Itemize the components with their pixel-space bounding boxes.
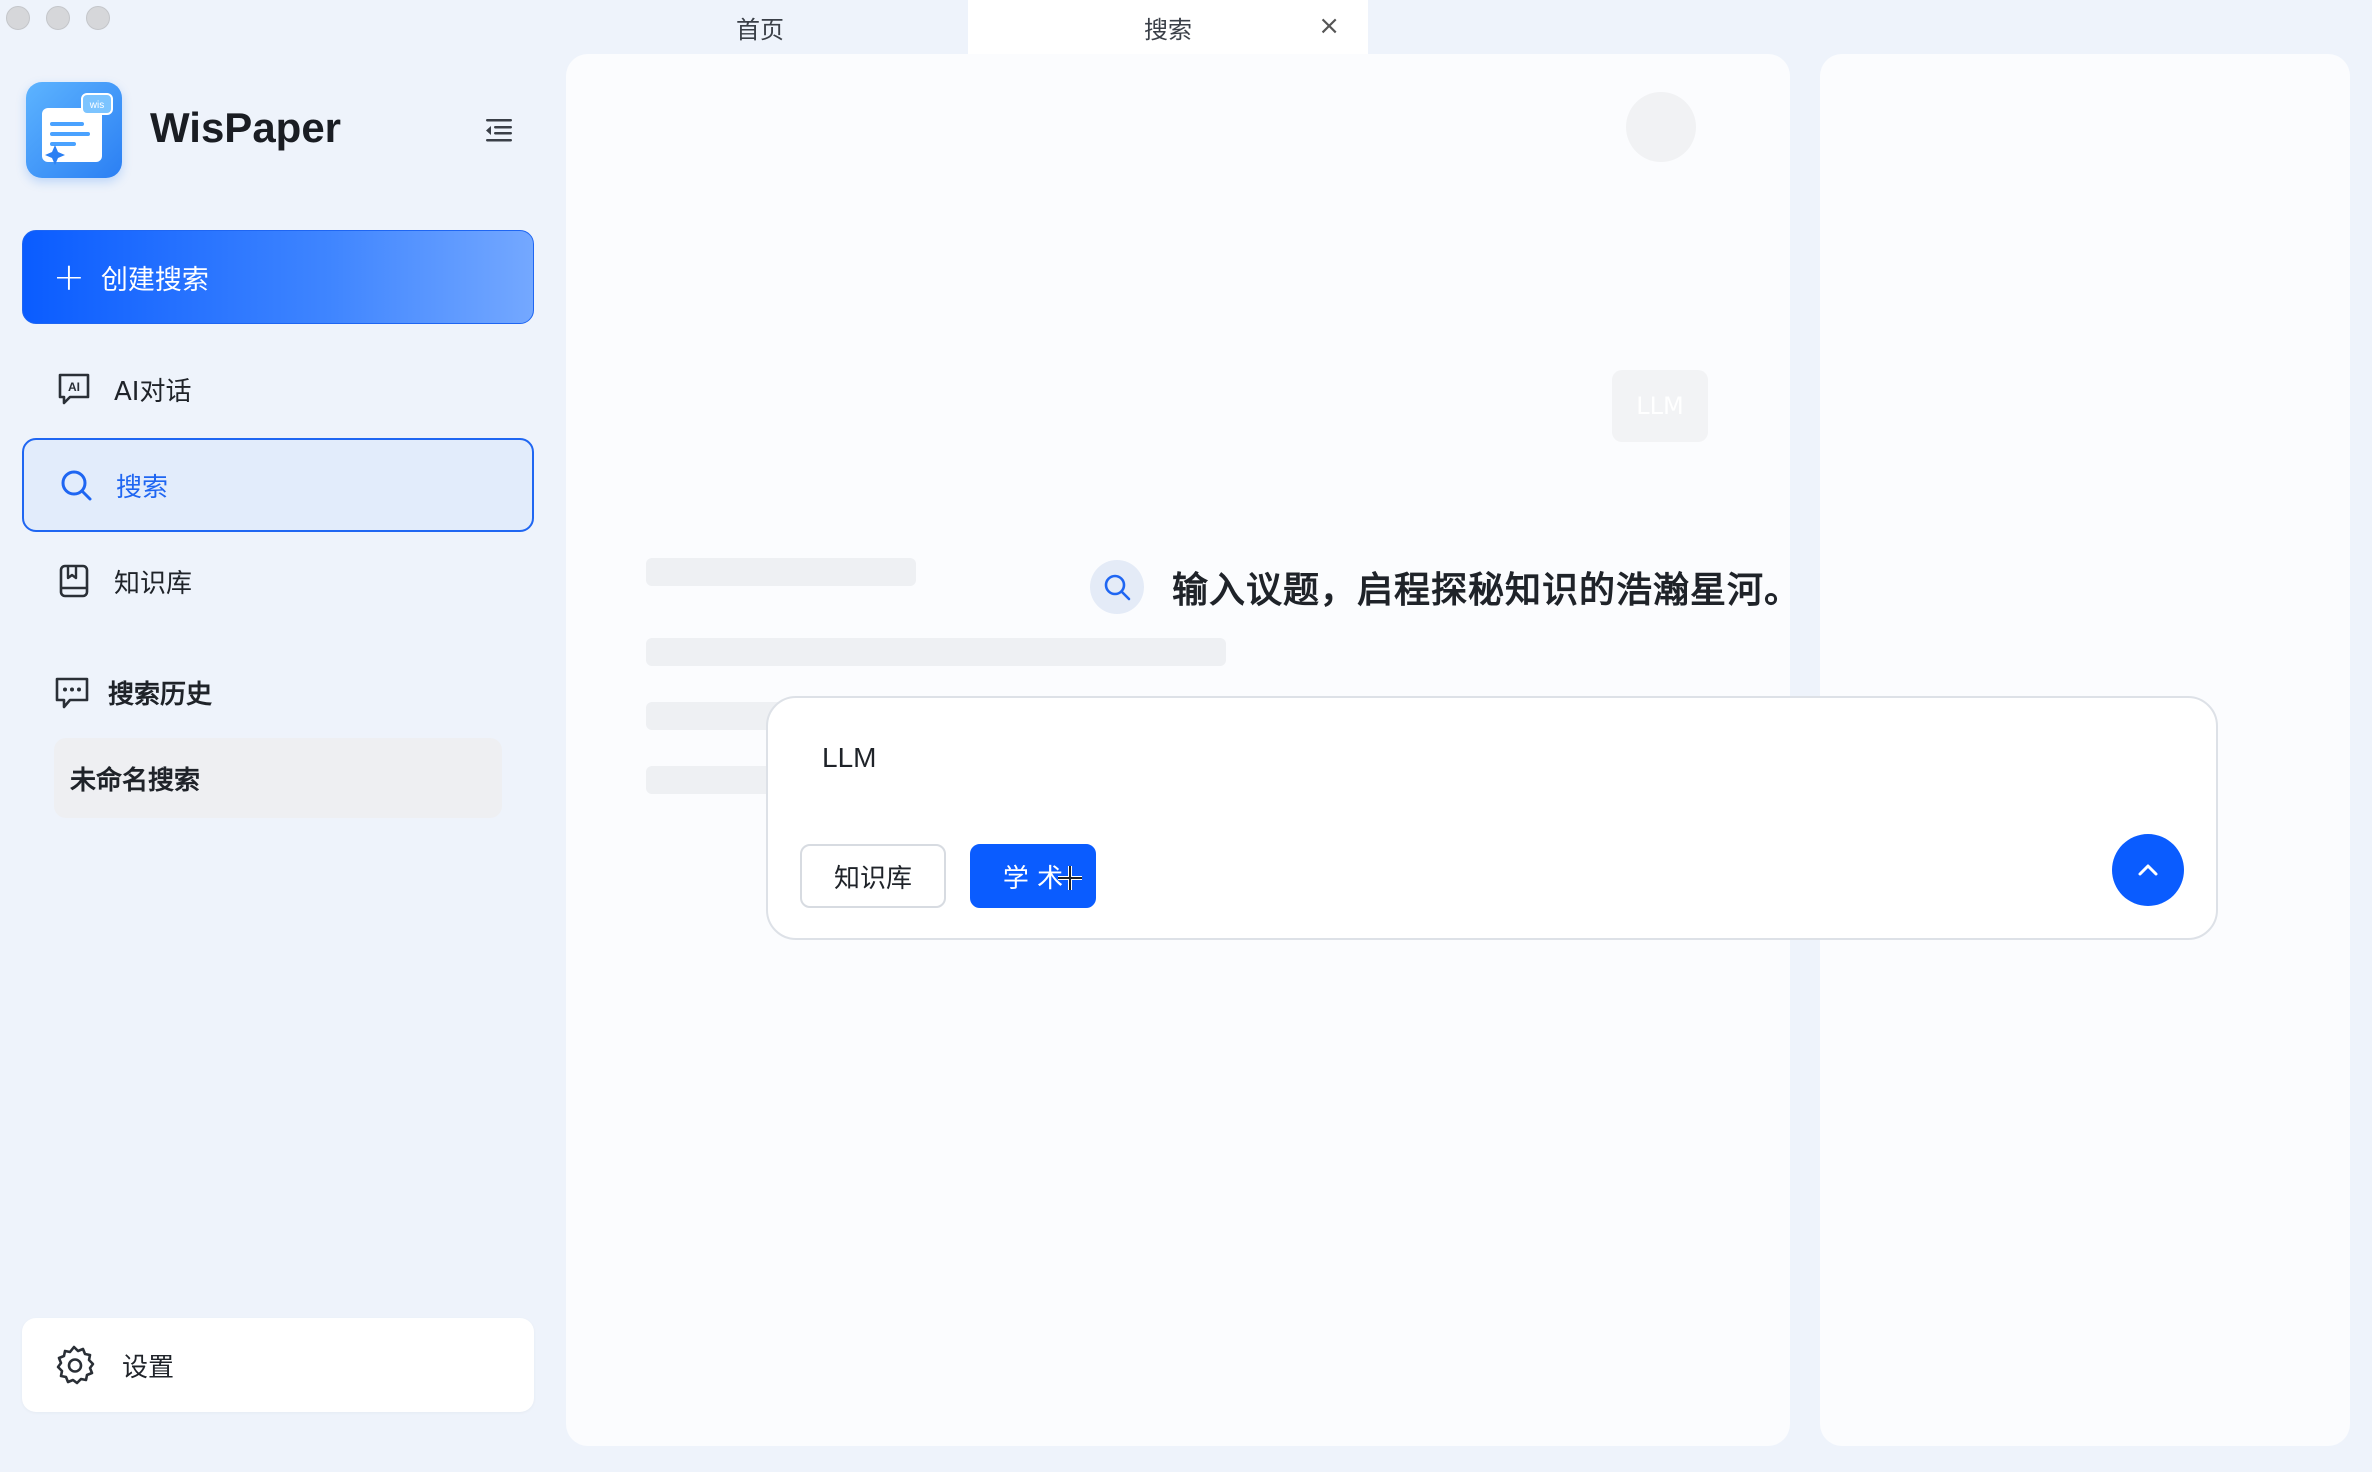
sidebar-item-label: AI对话 bbox=[114, 376, 192, 407]
settings-button[interactable]: 设置 bbox=[22, 1318, 534, 1412]
logo-badge-text: wis bbox=[89, 100, 104, 111]
sidebar-item-knowledge-base[interactable]: 知识库 bbox=[22, 534, 534, 628]
tab-home-label: 首页 bbox=[736, 15, 784, 44]
search-hero: 输入议题，启程探秘知识的浩瀚星河。 bbox=[1090, 560, 1801, 614]
sidebar: wis WisPaper + 创建搜索 AI AI对话 搜索 知识库 搜索历史 … bbox=[0, 54, 560, 1472]
brand-name: WisPaper bbox=[150, 104, 342, 151]
history-item-label: 未命名搜索 bbox=[70, 765, 201, 796]
settings-label: 设置 bbox=[122, 1352, 175, 1383]
create-search-button[interactable]: + 创建搜索 bbox=[22, 230, 534, 324]
skeleton-line bbox=[646, 558, 916, 586]
wispaper-logo: wis bbox=[26, 82, 122, 178]
tab-close-icon[interactable]: × bbox=[1318, 11, 1340, 41]
window-close-button[interactable] bbox=[6, 6, 30, 30]
title-bar: 首页 搜索 × bbox=[0, 0, 2372, 54]
ai-chat-icon: AI bbox=[56, 371, 92, 407]
sidebar-item-ai-chat[interactable]: AI AI对话 bbox=[22, 342, 534, 436]
tab-home[interactable]: 首页 bbox=[620, 0, 900, 54]
sidebar-item-label: 搜索 bbox=[116, 472, 169, 503]
sidebar-item-search[interactable]: 搜索 bbox=[22, 438, 534, 532]
gear-icon bbox=[56, 1345, 95, 1385]
chip-label: 知识库 bbox=[833, 863, 912, 894]
search-icon bbox=[58, 467, 94, 503]
search-input[interactable] bbox=[822, 736, 2022, 780]
search-icon bbox=[1090, 560, 1144, 614]
search-history-title: 搜索历史 bbox=[54, 674, 212, 711]
knowledge-base-icon bbox=[56, 563, 92, 599]
history-chat-icon bbox=[55, 677, 89, 708]
svg-text:AI: AI bbox=[68, 380, 80, 394]
logo-document-icon: wis bbox=[42, 93, 113, 165]
ghost-avatar bbox=[1626, 92, 1696, 162]
tab-search[interactable]: 搜索 × bbox=[968, 0, 1368, 54]
window-minimize-button[interactable] bbox=[46, 6, 70, 30]
ghost-query-chip: LLM bbox=[1612, 370, 1708, 442]
chip-label: 学 术 bbox=[1002, 863, 1064, 894]
plus-icon: + bbox=[53, 255, 85, 299]
history-item[interactable]: 未命名搜索 bbox=[54, 738, 502, 818]
search-box: 知识库 学 术 bbox=[766, 696, 2218, 940]
create-search-label: 创建搜索 bbox=[100, 264, 209, 296]
knowledge-base-chip[interactable]: 知识库 bbox=[800, 844, 946, 908]
window-zoom-button[interactable] bbox=[86, 6, 110, 30]
skeleton-line bbox=[646, 638, 1226, 666]
sidebar-item-label: 知识库 bbox=[114, 568, 193, 599]
chevron-up-icon bbox=[2138, 864, 2158, 876]
tab-search-label: 搜索 bbox=[1144, 15, 1192, 44]
submit-search-button[interactable] bbox=[2112, 834, 2184, 906]
hero-prompt: 输入议题，启程探秘知识的浩瀚星河。 bbox=[1172, 570, 1802, 611]
history-title-label: 搜索历史 bbox=[108, 680, 213, 710]
academic-chip[interactable]: 学 术 bbox=[970, 844, 1096, 908]
collapse-sidebar-icon[interactable] bbox=[484, 116, 514, 144]
